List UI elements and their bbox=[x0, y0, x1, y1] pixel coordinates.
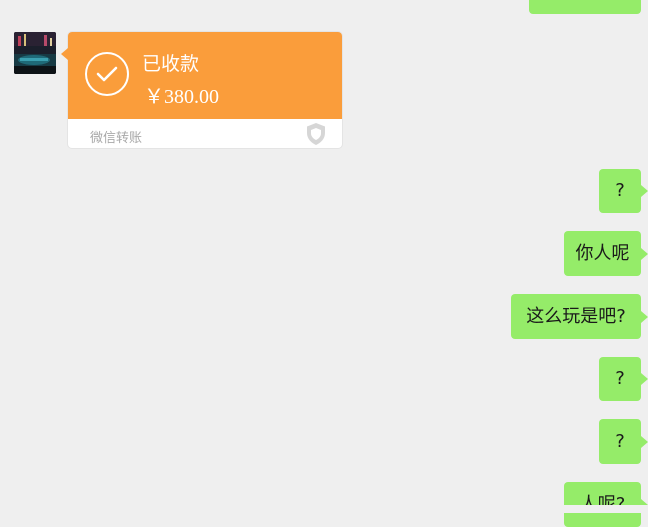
message-text: 你人呢 bbox=[575, 242, 630, 264]
transfer-status: 已收款 bbox=[142, 53, 200, 75]
transfer-amount: ￥380.00 bbox=[144, 86, 219, 108]
check-circle-icon bbox=[85, 52, 129, 96]
transfer-label: 微信转账 bbox=[90, 131, 143, 146]
shield-icon bbox=[305, 122, 327, 146]
message-bubble[interactable]: ? bbox=[599, 169, 648, 213]
message-bubble-partial-top[interactable] bbox=[529, 0, 641, 14]
message-text: ? bbox=[615, 368, 625, 389]
chat-bottom-edge bbox=[0, 505, 648, 513]
message-bubble[interactable]: ? bbox=[599, 357, 648, 401]
message-text: ? bbox=[615, 430, 625, 452]
message-bubble[interactable]: 这么玩是吧? bbox=[511, 294, 648, 339]
message-bubble[interactable]: ? bbox=[599, 419, 648, 464]
message-text: ? bbox=[615, 180, 625, 201]
avatar-image bbox=[14, 32, 56, 74]
message-text: 这么玩是吧? bbox=[526, 305, 626, 327]
contact-avatar[interactable] bbox=[14, 32, 56, 74]
transfer-card-header: 已收款 ￥380.00 bbox=[68, 32, 342, 119]
message-bubble[interactable]: 你人呢 bbox=[564, 231, 648, 276]
transfer-card[interactable]: 已收款 ￥380.00 微信转账 bbox=[61, 32, 342, 148]
